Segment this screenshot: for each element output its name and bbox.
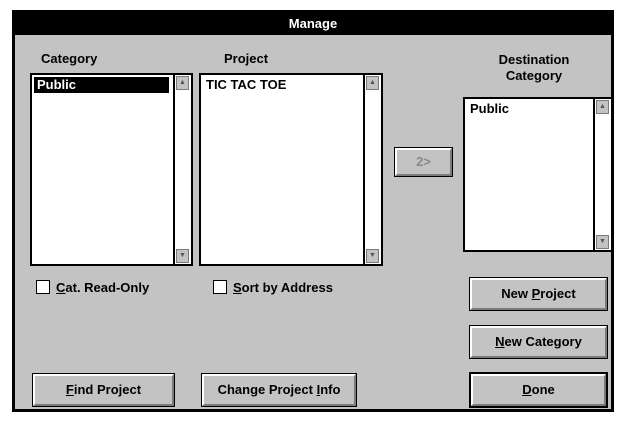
change-project-info-button[interactable]: Change Project Info (201, 373, 357, 407)
find-project-button[interactable]: Find Project (32, 373, 175, 407)
category-list-item[interactable]: Public (34, 77, 169, 93)
destination-list-item[interactable]: Public (467, 101, 512, 117)
destination-listbox[interactable]: Public ▲ ▼ (463, 97, 613, 252)
scroll-up-arrow-icon[interactable]: ▲ (596, 100, 609, 114)
scroll-down-arrow-icon[interactable]: ▼ (596, 235, 609, 249)
destination-label: Destination Category (498, 52, 570, 83)
checkbox-box[interactable] (213, 280, 227, 294)
scroll-down-arrow-icon[interactable]: ▼ (176, 249, 189, 263)
sort-by-address-checkbox[interactable]: Sort by Address (213, 279, 333, 297)
category-scrollbar[interactable]: ▲ ▼ (173, 75, 191, 264)
destination-scrollbar[interactable]: ▲ ▼ (593, 99, 611, 250)
new-category-button[interactable]: New Category (469, 325, 608, 359)
project-listbox[interactable]: TIC TAC TOE ▲ ▼ (199, 73, 383, 266)
scroll-up-arrow-icon[interactable]: ▲ (176, 76, 189, 90)
scroll-up-arrow-icon[interactable]: ▲ (366, 76, 379, 90)
done-button[interactable]: Done (469, 372, 608, 408)
manage-dialog: Manage Category Public ▲ ▼ Cat. Read-Onl… (12, 10, 614, 412)
dialog-title: Manage (15, 13, 611, 35)
scroll-down-arrow-icon[interactable]: ▼ (366, 249, 379, 263)
category-label: Category (41, 51, 98, 66)
move-to-destination-button[interactable]: 2> (394, 147, 453, 177)
checkbox-box[interactable] (36, 280, 50, 294)
category-listbox[interactable]: Public ▲ ▼ (30, 73, 193, 266)
new-project-button[interactable]: New Project (469, 277, 608, 311)
project-label: Project (224, 51, 269, 66)
project-list-item[interactable]: TIC TAC TOE (203, 77, 289, 93)
cat-read-only-checkbox[interactable]: Cat. Read-Only (36, 279, 149, 297)
project-scrollbar[interactable]: ▲ ▼ (363, 75, 381, 264)
